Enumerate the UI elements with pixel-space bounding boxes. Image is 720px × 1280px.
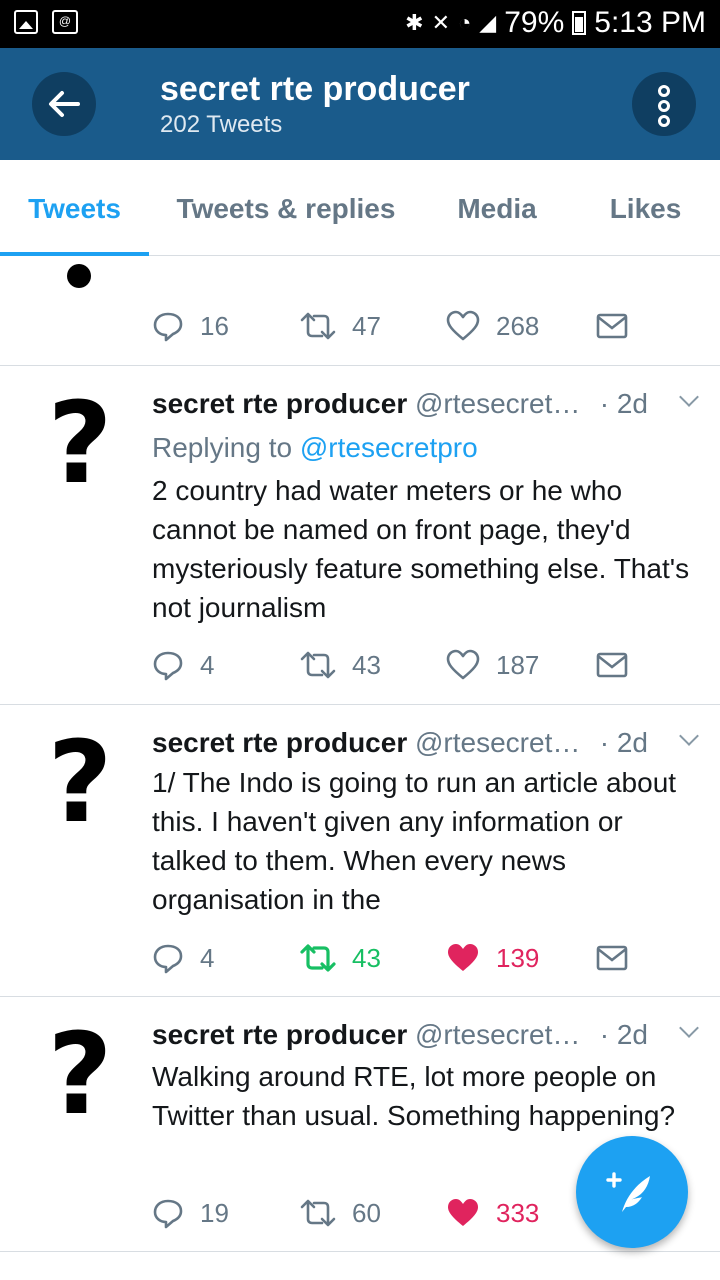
direct-message-button[interactable] [596, 647, 628, 683]
battery-icon [572, 11, 587, 35]
reply-button[interactable]: 16 [152, 308, 229, 344]
tweet-author-name: secret rte producer [152, 727, 408, 758]
retweet-icon [300, 1199, 336, 1227]
tweet-author-handle: @rtesecret… [415, 388, 581, 419]
gallery-notification-icon [14, 10, 38, 34]
envelope-icon [596, 652, 628, 678]
email-notification-icon: @ [52, 10, 78, 34]
chevron-down-icon[interactable] [679, 387, 699, 407]
reply-button[interactable]: 4 [152, 940, 214, 976]
chevron-down-icon[interactable] [679, 726, 699, 746]
replying-to-handle[interactable]: @rtesecretpro [300, 432, 478, 463]
retweet-icon [300, 651, 336, 679]
reply-count: 4 [200, 942, 215, 973]
retweet-button[interactable]: 43 [300, 940, 381, 976]
retweet-icon [300, 944, 336, 972]
like-count: 333 [496, 1197, 540, 1228]
bluetooth-icon: ✱ [405, 10, 424, 35]
tweet-text: Walking around RTE, lot more people on T… [152, 1061, 676, 1131]
tweet-item[interactable]: ? secret rte producer @rtesecret… · 2d R… [0, 366, 720, 705]
heart-filled-icon [448, 944, 478, 971]
like-button[interactable]: 333 [446, 1195, 539, 1231]
avatar-fragment [67, 264, 91, 288]
tab-likes[interactable]: Likes [571, 160, 720, 256]
reply-icon [153, 944, 183, 974]
reply-count: 4 [200, 649, 215, 680]
like-button[interactable]: 187 [446, 647, 539, 683]
tweet-author-handle: @rtesecret… [415, 1019, 581, 1050]
tweet-item[interactable]: ? secret rte producer @rtesecret… · 2d 1… [0, 705, 720, 997]
arrow-left-icon [49, 91, 80, 117]
direct-message-button[interactable] [596, 308, 628, 344]
replying-to-label: Replying to [152, 432, 293, 463]
tweet-author-name: secret rte producer [152, 388, 408, 419]
tweet-count: 202 Tweets [160, 111, 283, 138]
clock: 5:13 PM [594, 6, 706, 39]
retweet-button[interactable]: 47 [300, 308, 381, 344]
like-count: 268 [496, 310, 540, 341]
heart-filled-icon [448, 1199, 478, 1226]
profile-header: secret rte producer 202 Tweets [0, 48, 720, 160]
retweet-button[interactable]: 43 [300, 647, 381, 683]
more-options-button[interactable] [632, 72, 696, 136]
reply-button[interactable]: 4 [152, 647, 214, 683]
retweet-icon [300, 312, 336, 340]
retweet-count: 43 [352, 649, 381, 680]
reply-button[interactable]: 19 [152, 1195, 229, 1231]
heart-icon [446, 649, 480, 680]
envelope-icon [596, 945, 628, 971]
like-count: 139 [496, 942, 540, 973]
tweet-text: 1/ The Indo is going to run an article a… [152, 767, 677, 915]
retweet-count: 43 [352, 942, 381, 973]
status-bar: @ ✱ ✕ ◔ ◢ 79% 5:13 PM [0, 0, 720, 48]
envelope-icon [596, 313, 628, 339]
signal-icon: ◢ [479, 10, 497, 35]
back-button[interactable] [32, 72, 96, 136]
compose-feather-icon [606, 1172, 650, 1212]
tweet-time: · 2d [599, 727, 648, 758]
tweet-time: · 2d [599, 1019, 648, 1050]
chevron-down-icon[interactable] [679, 1018, 699, 1038]
like-button[interactable]: 139 [446, 940, 539, 976]
compose-tweet-button[interactable] [576, 1136, 688, 1248]
reply-icon [153, 651, 183, 681]
reply-icon [153, 1199, 183, 1229]
reply-icon [153, 312, 183, 342]
avatar[interactable]: ? [28, 388, 132, 500]
more-vertical-icon [632, 72, 696, 127]
tab-tweets[interactable]: Tweets [0, 160, 149, 256]
tab-media[interactable]: Media [423, 160, 571, 256]
like-button[interactable]: 268 [446, 308, 539, 344]
avatar[interactable]: ? [28, 1019, 132, 1131]
direct-message-button[interactable] [596, 940, 628, 976]
replying-to: Replying to @rtesecretpro [152, 432, 478, 464]
tweet-text: 2 country had water meters or he who can… [152, 475, 690, 623]
heart-icon [446, 310, 480, 341]
retweet-count: 47 [352, 310, 381, 341]
tweet-timeline[interactable]: 16 47 268 ? secret rte producer @rtesecr… [0, 256, 720, 1280]
battery-percent: 79% [504, 6, 565, 39]
tweet-author-name: secret rte producer [152, 1019, 408, 1050]
retweet-count: 60 [352, 1197, 381, 1228]
like-count: 187 [496, 649, 540, 680]
avatar[interactable]: ? [28, 727, 132, 839]
reply-count: 19 [200, 1197, 229, 1228]
profile-tabs: Tweets Tweets & replies Media Likes [0, 160, 720, 256]
tweet-author-handle: @rtesecret… [415, 727, 581, 758]
tweet-time: · 2d [599, 388, 648, 419]
tab-tweets-and-replies[interactable]: Tweets & replies [149, 160, 423, 256]
mute-icon: ✕ [431, 10, 450, 35]
retweet-button[interactable]: 60 [300, 1195, 381, 1231]
profile-name: secret rte producer [160, 70, 470, 108]
tweet-item[interactable]: 16 47 268 [0, 256, 720, 366]
reply-count: 16 [200, 310, 229, 341]
wifi-icon: ◔ [458, 10, 472, 35]
